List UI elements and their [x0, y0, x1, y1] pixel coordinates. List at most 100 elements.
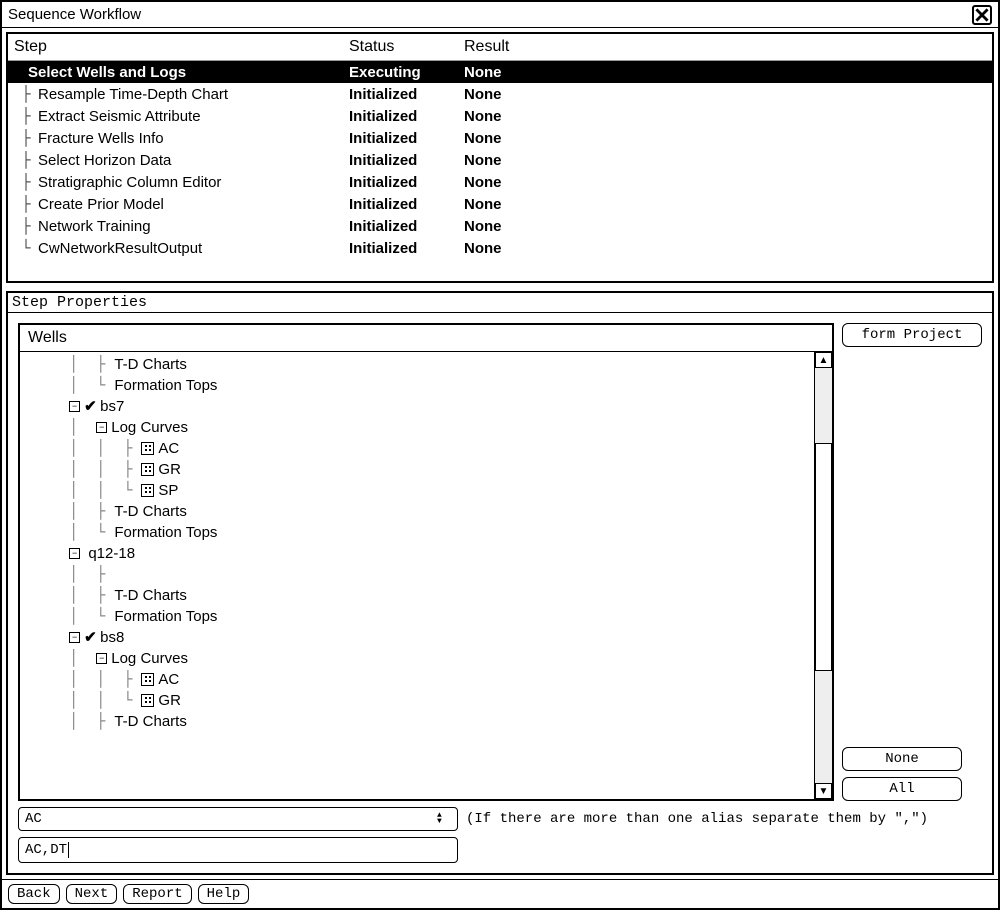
tree-indent: │ ├ [24, 564, 114, 585]
tree-item-label: Formation Tops [114, 522, 217, 543]
alias-combo[interactable]: AC ▲▼ [18, 807, 458, 831]
tree-item[interactable]: │ │ └ SP [24, 480, 810, 501]
step-result: None [464, 108, 986, 125]
tree-item-label: Formation Tops [114, 606, 217, 627]
tree-item[interactable]: │ ├ T-D Charts [24, 354, 810, 375]
tree-item-label: q12-18 [84, 543, 135, 564]
step-name: Select Horizon Data [38, 152, 171, 169]
tree-connector-icon: ├ [14, 217, 38, 235]
wells-tree-scroll: │ ├ T-D Charts │ └ Formation Tops −✔bs7 … [20, 352, 832, 799]
tree-item[interactable]: │ │ ├ AC [24, 669, 810, 690]
scroll-thumb[interactable] [815, 443, 832, 671]
tree-item-label: Log Curves [111, 417, 188, 438]
step-row[interactable]: ├Resample Time-Depth ChartInitializedNon… [8, 83, 992, 105]
tree-item[interactable]: │ ├ T-D Charts [24, 711, 810, 732]
collapse-icon[interactable]: − [96, 422, 107, 433]
log-curve-icon [141, 463, 154, 476]
step-result: None [464, 240, 986, 257]
tree-indent: │ ├ [24, 501, 114, 522]
tree-indent: │ ├ [24, 354, 114, 375]
tree-item[interactable]: │ ├ [24, 564, 810, 585]
step-row[interactable]: ├Extract Seismic AttributeInitializedNon… [8, 105, 992, 127]
tree-item-label: bs8 [100, 627, 124, 648]
step-result: None [464, 218, 986, 235]
step-status: Initialized [349, 130, 464, 147]
tree-item[interactable]: │ │ ├ GR [24, 459, 810, 480]
scroll-up-button[interactable]: ▲ [815, 352, 832, 368]
log-curve-icon [141, 442, 154, 455]
tree-item-label: T-D Charts [114, 585, 187, 606]
collapse-icon[interactable]: − [69, 632, 80, 643]
step-name: Resample Time-Depth Chart [38, 86, 228, 103]
step-row[interactable]: ├Create Prior ModelInitializedNone [8, 193, 992, 215]
steps-table: Step Status Result Select Wells and Logs… [8, 34, 992, 281]
tree-indent [24, 396, 69, 417]
tree-indent: │ └ [24, 522, 114, 543]
report-button[interactable]: Report [123, 884, 191, 904]
form-project-button[interactable]: form Project [842, 323, 982, 347]
tree-item[interactable]: │ └ Formation Tops [24, 606, 810, 627]
all-button[interactable]: All [842, 777, 962, 801]
step-name: Network Training [38, 218, 151, 235]
alias-input-value: AC,DT [25, 842, 67, 858]
tree-item[interactable]: │ │ └ GR [24, 690, 810, 711]
close-button[interactable] [972, 5, 992, 25]
titlebar: Sequence Workflow [2, 2, 998, 28]
tree-item[interactable]: │ └ Formation Tops [24, 522, 810, 543]
log-curve-icon [141, 484, 154, 497]
tree-item-label: T-D Charts [114, 354, 187, 375]
tree-item[interactable]: −✔bs8 [24, 627, 810, 648]
steps-body: Select Wells and LogsExecutingNone├Resam… [8, 61, 992, 259]
check-icon: ✔ [84, 627, 98, 648]
tree-indent [24, 543, 69, 564]
collapse-icon[interactable]: − [69, 548, 80, 559]
tree-item-label: Log Curves [111, 648, 188, 669]
tree-connector-icon: └ [14, 239, 38, 257]
step-status: Initialized [349, 218, 464, 235]
tree-item-label: GR [158, 690, 181, 711]
scrollbar[interactable]: ▲ ▼ [814, 352, 832, 799]
step-row[interactable]: ├Stratigraphic Column EditorInitializedN… [8, 171, 992, 193]
tree-item[interactable]: │ │ ├ AC [24, 438, 810, 459]
scroll-track[interactable] [815, 368, 832, 783]
step-name: Select Wells and Logs [14, 64, 186, 81]
collapse-icon[interactable]: − [69, 401, 80, 412]
back-button[interactable]: Back [8, 884, 60, 904]
alias-input[interactable]: AC,DT [18, 837, 458, 863]
step-name: CwNetworkResultOutput [38, 240, 202, 257]
tree-item[interactable]: │ −Log Curves [24, 648, 810, 669]
col-header-status: Status [349, 38, 464, 56]
collapse-icon[interactable]: − [96, 653, 107, 664]
step-status: Initialized [349, 174, 464, 191]
wells-tree[interactable]: │ ├ T-D Charts │ └ Formation Tops −✔bs7 … [20, 352, 814, 799]
tree-indent: │ │ ├ [24, 669, 141, 690]
help-button[interactable]: Help [198, 884, 250, 904]
step-row[interactable]: ├Select Horizon DataInitializedNone [8, 149, 992, 171]
step-status: Initialized [349, 108, 464, 125]
tree-item[interactable]: │ −Log Curves [24, 417, 810, 438]
step-row[interactable]: ├Network Training InitializedNone [8, 215, 992, 237]
close-icon [975, 8, 989, 22]
tree-connector-icon: ├ [14, 85, 38, 103]
tree-indent: │ ├ [24, 585, 114, 606]
step-row[interactable]: └CwNetworkResultOutput InitializedNone [8, 237, 992, 259]
step-row[interactable]: Select Wells and LogsExecutingNone [8, 61, 992, 83]
tree-item[interactable]: − q12-18 [24, 543, 810, 564]
step-status: Initialized [349, 240, 464, 257]
steps-header: Step Status Result [8, 34, 992, 61]
scroll-down-button[interactable]: ▼ [815, 783, 832, 799]
tree-connector-icon: ├ [14, 173, 38, 191]
tree-indent: │ ├ [24, 711, 114, 732]
step-result: None [464, 196, 986, 213]
alias-combo-row: AC ▲▼ (If there are more than one alias … [18, 807, 982, 831]
tree-item-label: T-D Charts [114, 711, 187, 732]
alias-hint: (If there are more than one alias separa… [466, 811, 928, 827]
next-button[interactable]: Next [66, 884, 118, 904]
tree-item[interactable]: │ ├ T-D Charts [24, 501, 810, 522]
none-button[interactable]: None [842, 747, 962, 771]
step-row[interactable]: ├Fracture Wells InfoInitializedNone [8, 127, 992, 149]
tree-connector-icon: ├ [14, 151, 38, 169]
tree-item[interactable]: │ ├ T-D Charts [24, 585, 810, 606]
tree-item[interactable]: │ └ Formation Tops [24, 375, 810, 396]
tree-item[interactable]: −✔bs7 [24, 396, 810, 417]
